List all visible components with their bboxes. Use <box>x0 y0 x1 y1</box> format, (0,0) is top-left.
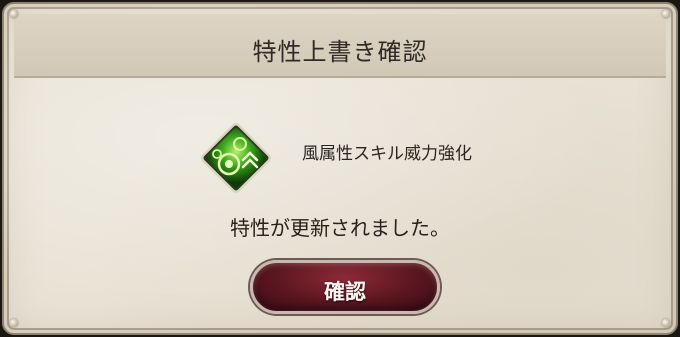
corner-rivet-icon <box>662 10 670 18</box>
trait-overwrite-dialog: 特性上書き確認 風属性スキル威力強化 特性が更新されました。 確認 <box>2 2 678 335</box>
confirm-button[interactable]: 確認 <box>250 260 440 314</box>
confirm-button-label: 確認 <box>324 280 366 304</box>
corner-rivet-icon <box>662 319 670 327</box>
update-message: 特性が更新されました。 <box>230 216 450 240</box>
trait-name: 風属性スキル威力強化 <box>302 144 472 164</box>
corner-rivet-icon <box>10 319 18 327</box>
dialog-title-bar: 特性上書き確認 <box>14 14 666 78</box>
dialog-title: 特性上書き確認 <box>252 38 428 66</box>
corner-rivet-icon <box>10 10 18 18</box>
wind-trait-icon <box>201 123 271 193</box>
